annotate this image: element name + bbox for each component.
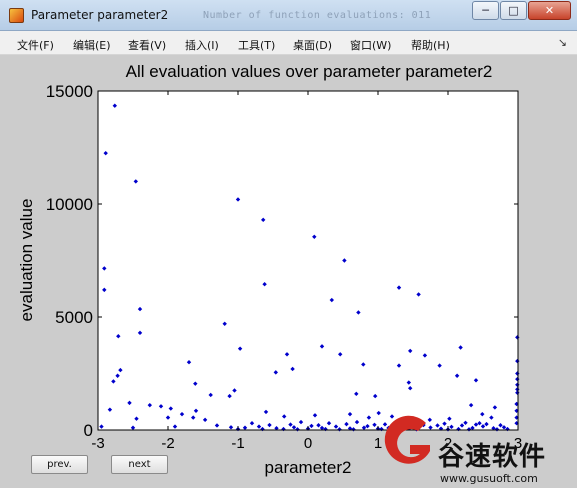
- background-window-title: Number of function evaluations: 011: [203, 10, 432, 21]
- x-tick-label: -3: [91, 435, 104, 452]
- menu-bar: 文件(F) 编辑(E) 查看(V) 插入(I) 工具(T) 桌面(D) 窗口(W…: [0, 31, 577, 55]
- maximize-icon[interactable]: □: [500, 1, 527, 20]
- menu-view[interactable]: 查看(V): [128, 37, 166, 53]
- minimize-icon[interactable]: ─: [472, 1, 499, 20]
- y-tick-label: 15000: [46, 82, 93, 101]
- next-button[interactable]: next: [111, 455, 168, 474]
- watermark-logo-icon: [384, 415, 430, 464]
- window-controls: ─ □ ✕: [471, 1, 571, 20]
- axes-background: [98, 91, 518, 430]
- x-tick-label: 0: [304, 435, 312, 452]
- y-axis-label: evaluation value: [17, 199, 36, 322]
- watermark-name: 谷速软件: [438, 442, 547, 472]
- menu-desktop[interactable]: 桌面(D): [293, 37, 332, 53]
- window-title: Parameter parameter2: [31, 8, 169, 22]
- matlab-logo-icon: [9, 8, 24, 23]
- x-tick-label: -2: [161, 435, 174, 452]
- chart-title: All evaluation values over parameter par…: [126, 62, 493, 81]
- y-tick-label: 10000: [46, 195, 93, 214]
- x-tick-label: -1: [231, 435, 244, 452]
- menu-tools[interactable]: 工具(T): [238, 37, 275, 53]
- prev-button[interactable]: prev.: [31, 455, 88, 474]
- menu-help[interactable]: 帮助(H): [411, 37, 450, 53]
- x-axis-label: parameter2: [265, 458, 352, 477]
- scatter-plot: All evaluation values over parameter par…: [17, 62, 522, 477]
- menu-insert[interactable]: 插入(I): [185, 37, 219, 53]
- y-tick-label: 5000: [55, 308, 93, 327]
- figure-area: All evaluation values over parameter par…: [0, 55, 577, 488]
- watermark-url: www.gusuoft.com: [440, 472, 538, 485]
- menu-window[interactable]: 窗口(W): [350, 37, 391, 53]
- title-bar: Parameter parameter2 Number of function …: [0, 0, 577, 31]
- menu-edit[interactable]: 编辑(E): [73, 37, 111, 53]
- menu-file[interactable]: 文件(F): [17, 37, 54, 53]
- y-tick-label: 0: [84, 421, 93, 440]
- dock-figure-icon[interactable]: ↘: [558, 36, 567, 49]
- close-icon[interactable]: ✕: [528, 1, 571, 20]
